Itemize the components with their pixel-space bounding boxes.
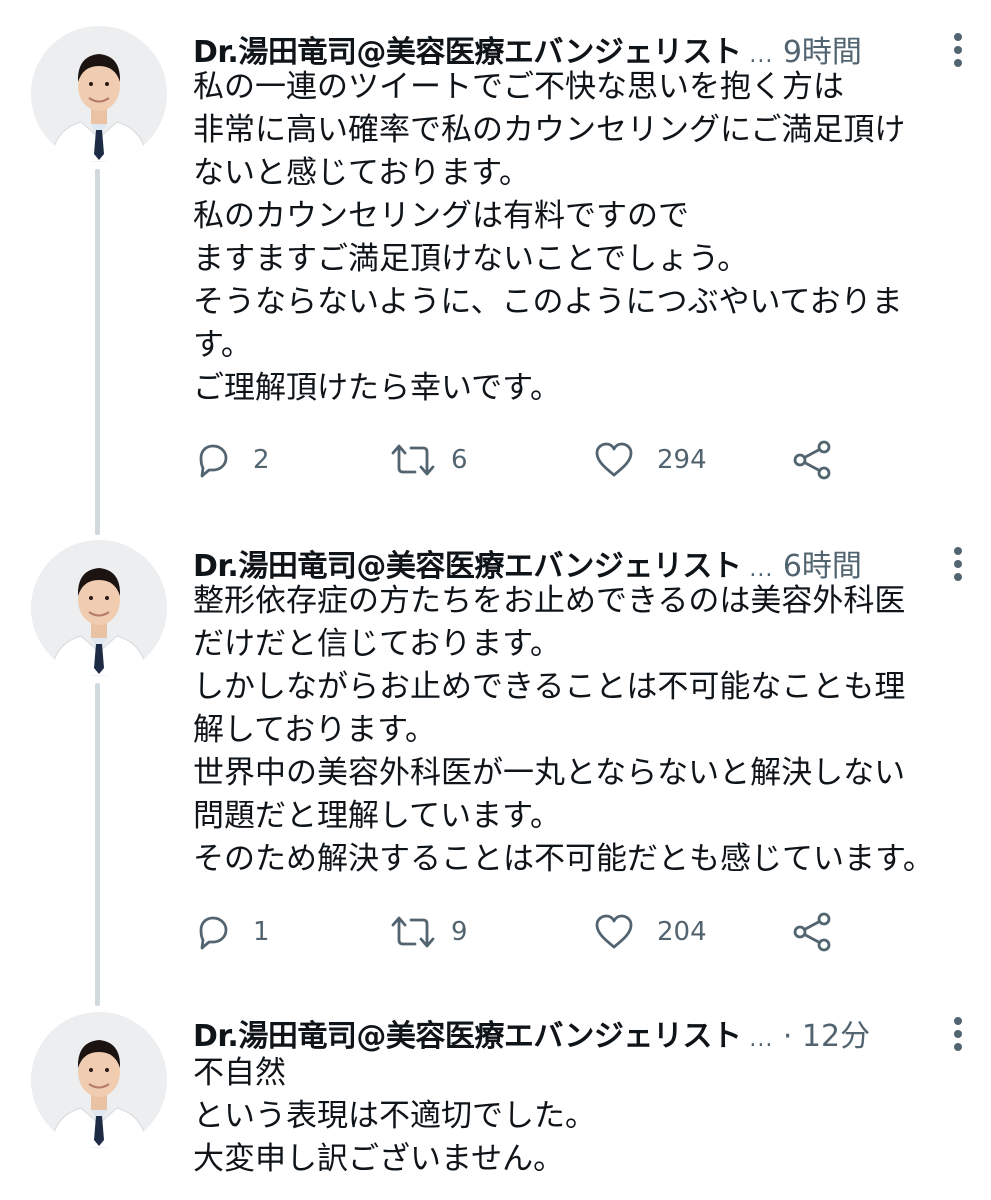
tweet-text: 整形依存症の方たちをお止めできるのは美容外科医 だけだと信じております。 しかし… xyxy=(193,583,934,877)
retweet-button[interactable]: 9 xyxy=(389,910,468,954)
reply-button[interactable]: 1 xyxy=(193,910,270,954)
retweet-button[interactable]: 6 xyxy=(389,438,468,482)
more-vertical-icon[interactable] xyxy=(953,546,963,582)
action-bar: 2 6 294 xyxy=(193,438,853,482)
avatar[interactable] xyxy=(31,26,167,162)
tweet-text: 不自然 という表現は不適切でした。 大変申し訳ございません。 xyxy=(193,1055,596,1177)
share-icon xyxy=(791,911,833,953)
reply-count: 2 xyxy=(253,445,270,475)
action-bar: 1 9 204 xyxy=(193,910,853,954)
tweet-header: Dr.湯田竜司@美容医療エバンジェリスト ... · 12分 xyxy=(193,1010,971,1056)
tweet-meta: ... 6時間 xyxy=(749,541,971,585)
reply-button[interactable]: 2 xyxy=(193,438,270,482)
more-vertical-icon[interactable] xyxy=(953,32,963,68)
share-button[interactable] xyxy=(791,910,833,954)
tweet-meta: ... 9時間 xyxy=(749,27,971,71)
share-button[interactable] xyxy=(791,438,833,482)
heart-icon xyxy=(593,440,635,480)
display-name[interactable]: Dr.湯田竜司@美容医療エバンジェリスト xyxy=(193,541,742,585)
display-name[interactable]: Dr.湯田竜司@美容医療エバンジェリスト xyxy=(193,1011,742,1055)
like-count: 204 xyxy=(657,917,707,947)
like-button[interactable]: 294 xyxy=(593,438,707,482)
handle-ellipsis: ... xyxy=(749,43,774,68)
timestamp[interactable]: 6時間 xyxy=(773,549,862,584)
more-vertical-icon[interactable] xyxy=(953,1016,963,1052)
thread-line xyxy=(95,169,100,535)
heart-icon xyxy=(593,912,635,952)
handle-ellipsis: ... xyxy=(749,1027,774,1052)
retweet-icon xyxy=(389,912,437,952)
timestamp[interactable]: 9時間 xyxy=(773,35,862,70)
timestamp[interactable]: · 12分 xyxy=(773,1019,870,1054)
avatar[interactable] xyxy=(31,540,167,676)
retweet-count: 9 xyxy=(451,917,468,947)
handle-ellipsis: ... xyxy=(749,557,774,582)
retweet-count: 6 xyxy=(451,445,468,475)
tweet[interactable]: Dr.湯田竜司@美容医療エバンジェリスト ... 9時間 私の一連のツイートでご… xyxy=(0,26,991,535)
like-button[interactable]: 204 xyxy=(593,910,707,954)
reply-icon xyxy=(193,440,233,480)
avatar[interactable] xyxy=(31,1012,167,1148)
like-count: 294 xyxy=(657,445,707,475)
reply-count: 1 xyxy=(253,917,270,947)
tweet[interactable]: Dr.湯田竜司@美容医療エバンジェリスト ... · 12分 不自然 という表現… xyxy=(0,1010,991,1200)
tweet-meta: ... · 12分 xyxy=(749,1011,971,1055)
tweet-text: 私の一連のツイートでご不快な思いを抱く方は 非常に高い確率で私のカウンセリングに… xyxy=(193,69,906,406)
reply-icon xyxy=(193,912,233,952)
share-icon xyxy=(791,439,833,481)
retweet-icon xyxy=(389,440,437,480)
thread-line xyxy=(95,683,100,1006)
display-name[interactable]: Dr.湯田竜司@美容医療エバンジェリスト xyxy=(193,27,742,71)
tweet[interactable]: Dr.湯田竜司@美容医療エバンジェリスト ... 6時間 整形依存症の方たちをお… xyxy=(0,540,991,1006)
